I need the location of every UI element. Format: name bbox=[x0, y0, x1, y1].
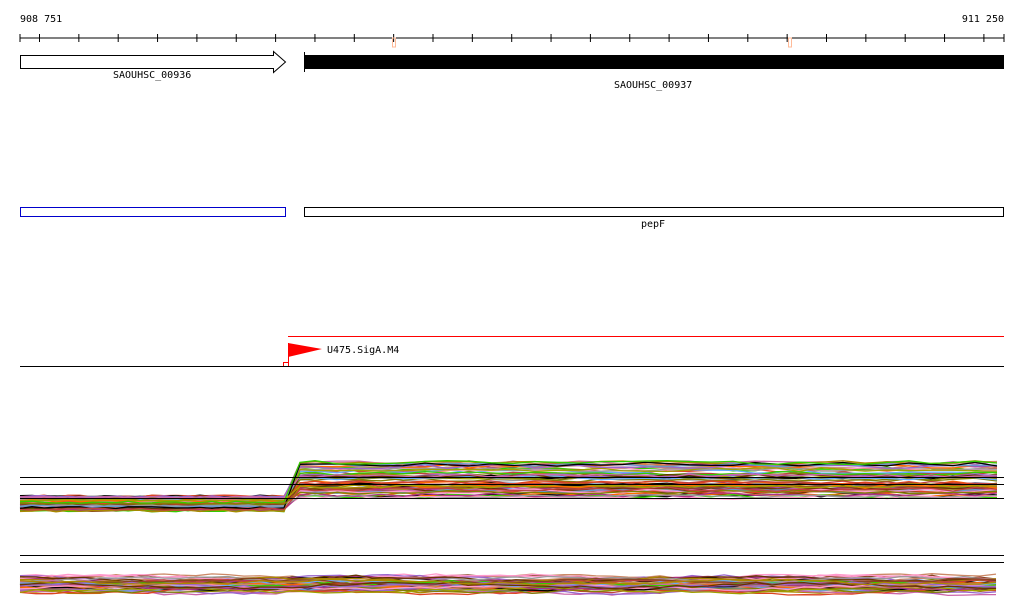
expression-profiles-track-2 bbox=[19, 573, 997, 597]
promoter-flag-icon[interactable] bbox=[288, 343, 322, 357]
promoter-site-marker bbox=[283, 362, 289, 367]
promoter-label: U475.SigA.M4 bbox=[327, 345, 400, 356]
ruler-marker bbox=[788, 37, 792, 48]
gene-label-SAOUHSC_00937: SAOUHSC_00937 bbox=[614, 80, 693, 91]
operon-box-pepF[interactable] bbox=[304, 207, 1004, 217]
operon-box-1[interactable] bbox=[20, 207, 286, 217]
coordinate-ruler bbox=[19, 34, 1005, 48]
gene-label-SAOUHSC_00936: SAOUHSC_00936 bbox=[113, 70, 192, 81]
expression-profiles-track-1 bbox=[19, 459, 1004, 513]
operon-label-pepF: pepF bbox=[641, 219, 666, 230]
gene-bar-SAOUHSC_00937[interactable] bbox=[305, 55, 1004, 69]
genome-browser-canvas[interactable] bbox=[0, 0, 1024, 611]
